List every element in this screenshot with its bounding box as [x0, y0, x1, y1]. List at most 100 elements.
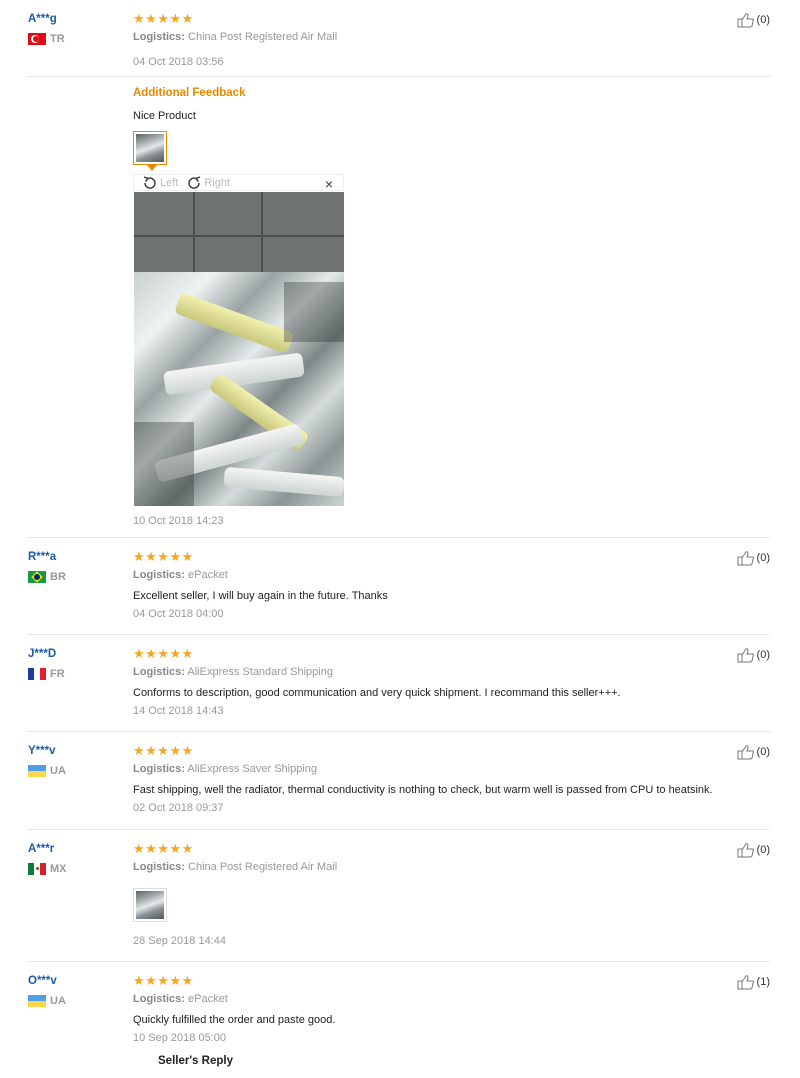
logistics-info: Logistics: China Post Registered Air Mai… [133, 31, 733, 44]
review-date: 28 Sep 2018 14:44 [133, 935, 226, 947]
logistics-info: Logistics: AliExpress Saver Shipping [133, 763, 733, 776]
logistics-info: Logistics: China Post Registered Air Mai… [133, 861, 733, 874]
photo-thumbnail-image [136, 134, 164, 162]
helpful-button[interactable]: (0) [737, 744, 770, 760]
reviewer-country: TR [28, 33, 65, 45]
reviewer-name: A***r [28, 843, 55, 855]
review-date: 14 Oct 2018 14:43 [133, 705, 224, 717]
additional-feedback-content: Additional Feedback Nice Product [133, 87, 733, 171]
logistics-label: Logistics: [133, 993, 185, 1005]
reviewer-info: J***D FR [28, 647, 65, 680]
logistics-value: ePacket [188, 993, 228, 1005]
country-code: TR [50, 33, 65, 45]
helpful-button[interactable]: (1) [737, 974, 770, 990]
rotate-right-button[interactable]: Right [186, 175, 230, 191]
thumbs-up-icon [737, 13, 754, 28]
logistics-label: Logistics: [133, 861, 185, 873]
reviewer-name: R***a [28, 551, 57, 563]
star-rating: ★★★★★ [133, 549, 194, 564]
logistics-label: Logistics: [133, 569, 185, 581]
thumbs-up-icon [737, 745, 754, 760]
close-icon[interactable]: × [325, 176, 333, 192]
thumbnail-pointer [147, 165, 157, 171]
logistics-info: Logistics: ePacket [133, 993, 733, 1006]
country-code: MX [50, 863, 67, 875]
logistics-value: China Post Registered Air Mail [188, 861, 338, 873]
helpful-count: (0) [756, 14, 770, 26]
helpful-count: (0) [756, 844, 770, 856]
review-text: Conforms to description, good communicat… [133, 687, 621, 699]
reviewer-country: UA [28, 995, 66, 1007]
logistics-label: Logistics: [133, 763, 185, 775]
reviewer-country: FR [28, 668, 65, 680]
country-code: BR [50, 571, 66, 583]
reviewer-name: J***D [28, 648, 57, 660]
country-code: FR [50, 668, 65, 680]
rotate-right-label: Right [204, 176, 231, 189]
logistics-info: Logistics: AliExpress Standard Shipping [133, 666, 733, 679]
review-text: Quickly fulfilled the order and paste go… [133, 1014, 336, 1026]
review-content: ★★★★★ Logistics: ePacket Quickly fulfill… [133, 974, 733, 1068]
helpful-count: (0) [756, 649, 770, 661]
logistics-value: AliExpress Standard Shipping [187, 666, 333, 678]
country-code: UA [50, 995, 66, 1007]
review-date: 02 Oct 2018 09:37 [133, 802, 224, 814]
review-content: ★★★★★ Logistics: ePacket Excellent selle… [133, 550, 733, 621]
helpful-button[interactable]: (0) [737, 12, 770, 28]
reviewer-info: R***a BR [28, 550, 66, 583]
helpful-count: (0) [756, 746, 770, 758]
logistics-value: China Post Registered Air Mail [188, 31, 338, 43]
photo-viewer-image[interactable] [134, 192, 344, 506]
review-content: ★★★★★ Logistics: China Post Registered A… [133, 842, 733, 948]
review-text: Excellent seller, I will buy again in th… [133, 590, 388, 602]
reviewer-info: Y***v UA [28, 744, 66, 777]
helpful-button[interactable]: (0) [737, 647, 770, 663]
divider [28, 634, 770, 635]
review-text: Fast shipping, well the radiator, therma… [133, 784, 713, 796]
country-code: UA [50, 765, 66, 777]
thumbs-up-icon [737, 975, 754, 990]
reviewer-info: A***r MX [28, 842, 67, 875]
helpful-count: (0) [756, 552, 770, 564]
thumbs-up-icon [737, 648, 754, 663]
reviewer-country: BR [28, 571, 66, 583]
rotate-left-label: Left [160, 176, 179, 189]
logistics-info: Logistics: ePacket [133, 569, 733, 582]
thumbs-up-icon [737, 843, 754, 858]
photo-thumbnail[interactable] [133, 888, 167, 922]
star-rating: ★★★★★ [133, 646, 194, 661]
photo-detail [284, 282, 344, 342]
photo-detail [134, 192, 194, 236]
review-content: ★★★★★ Logistics: China Post Registered A… [133, 12, 733, 69]
divider [28, 829, 770, 830]
divider [28, 537, 770, 538]
reviewer-country: UA [28, 765, 66, 777]
photo-viewer-toolbar: Left Right × [133, 174, 344, 192]
reviewer-name: O***v [28, 975, 57, 987]
review-date: 04 Oct 2018 03:56 [133, 56, 224, 68]
flag-fr-icon [28, 668, 46, 680]
reviewer-name: A***g [28, 13, 57, 25]
logistics-label: Logistics: [133, 31, 185, 43]
divider [28, 731, 770, 732]
reviewer-country: MX [28, 863, 67, 875]
flag-ua-icon [28, 765, 46, 777]
photo-thumbnail[interactable] [133, 131, 167, 171]
star-rating: ★★★★★ [133, 11, 194, 26]
seller-reply-title: Seller's Reply [158, 1055, 233, 1067]
reviewer-info: A***g TR [28, 12, 65, 45]
photo-detail [134, 422, 194, 506]
review-date: 10 Sep 2018 05:00 [133, 1032, 226, 1044]
photo-detail [262, 192, 344, 236]
divider [28, 76, 770, 77]
rotate-right-icon [188, 175, 201, 189]
rotate-left-icon [143, 175, 156, 189]
helpful-button[interactable]: (0) [737, 550, 770, 566]
helpful-button[interactable]: (0) [737, 842, 770, 858]
star-rating: ★★★★★ [133, 841, 194, 856]
additional-feedback-title: Additional Feedback [133, 87, 246, 99]
review-content: ★★★★★ Logistics: AliExpress Standard Shi… [133, 647, 733, 718]
flag-ua-icon [28, 995, 46, 1007]
reviewer-name: Y***v [28, 745, 56, 757]
rotate-left-button[interactable]: Left [142, 175, 178, 191]
